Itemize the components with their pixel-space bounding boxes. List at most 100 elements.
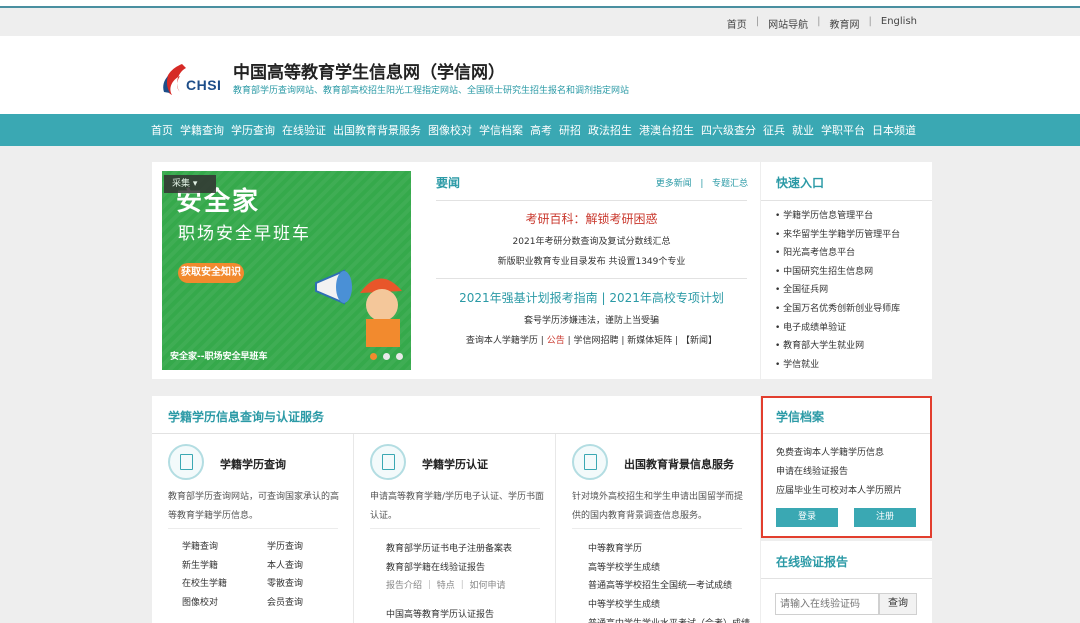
quick-entry-list: • 学籍学历信息管理平台 • 来华留学生学籍学历管理平台 • 阳光高考信息平台 • 中… — [775, 207, 900, 374]
nav-item[interactable]: 在线验证 — [282, 122, 326, 138]
nav-item[interactable]: 港澳台招生 — [639, 122, 694, 138]
nav-item[interactable]: 高考 — [530, 122, 552, 138]
service-item[interactable]: 报告介绍 ｜ 特点 ｜ 如何申请 — [386, 577, 512, 596]
bullet: • — [775, 341, 784, 352]
quick-entry-label: 学信就业 — [783, 359, 820, 370]
news-item[interactable]: 套号学历涉嫌违法，谨防上当受骗 — [436, 313, 747, 326]
service-item[interactable]: 中等教育学历 — [588, 540, 750, 559]
quick-entry-label: 阳光高考信息平台 — [783, 248, 856, 259]
service-link[interactable]: 图像校对 — [182, 594, 267, 613]
cartoon-worker-icon — [360, 278, 402, 347]
service-link[interactable]: 新生学籍 — [182, 557, 267, 576]
banner-cta-button[interactable]: 获取安全知识 — [178, 263, 244, 283]
news-heading: 要闻 — [436, 176, 461, 190]
register-button[interactable]: 注册 — [854, 508, 916, 527]
news-item[interactable]: 新版职业教育专业目录发布 共设置1349个专业 — [436, 254, 747, 267]
service-list: 教育部学历证书电子注册备案表 教育部学籍在线验证报告 报告介绍 ｜ 特点 ｜ 如何申… — [386, 540, 512, 623]
quick-entry-item[interactable]: • 全国征兵网 — [775, 281, 900, 300]
quick-entry-label: 教育部大学生就业网 — [783, 341, 865, 352]
quick-entry-item[interactable]: • 学信就业 — [775, 356, 900, 375]
promo-banner[interactable]: 安全家 职场安全早班车 获取安全知识 采集 ▾ 安全家--职场安全早班车 — [162, 171, 411, 370]
service-link[interactable]: 本人查询 — [267, 557, 347, 576]
service-item[interactable]: 高等学校学生成绩 — [588, 559, 750, 578]
archive-item[interactable]: 申请在线验证报告 — [776, 463, 902, 482]
service-link[interactable]: 学历查询 — [267, 538, 347, 557]
util-link-sitemap[interactable]: 网站导航 — [759, 16, 817, 31]
service-link[interactable]: 在校生学籍 — [182, 575, 267, 594]
query-self-link[interactable]: 查询本人学籍学历 — [466, 336, 538, 346]
nav-item[interactable]: 学信档案 — [479, 122, 523, 138]
more-news-link[interactable]: 更多新闻 — [656, 179, 692, 189]
nav-item[interactable]: 学籍查询 — [180, 122, 224, 138]
site-title: 中国高等教育学生信息网（学信网） — [233, 63, 505, 83]
main-nav: 首页 学籍查询 学历查询 在线验证 出国教育背景服务 图像校对 学信档案 高考 研招 政法招生 港澳… — [0, 114, 1080, 146]
service-item[interactable]: 教育部学历证书电子注册备案表 — [386, 540, 512, 559]
quick-entry-item[interactable]: • 阳光高考信息平台 — [775, 244, 900, 263]
nav-item[interactable]: 出国教育背景服务 — [333, 122, 421, 138]
nav-item[interactable]: 研招 — [559, 122, 581, 138]
carousel-dot[interactable] — [396, 353, 403, 360]
media-link[interactable]: 新媒体矩阵 — [627, 336, 672, 346]
topics-link[interactable]: 专题汇总 — [712, 179, 748, 189]
nav-item[interactable]: 学职平台 — [821, 122, 865, 138]
service-link[interactable]: 学籍查询 — [182, 538, 267, 557]
service-link[interactable]: 零散查询 — [267, 575, 347, 594]
news-headline[interactable]: 2021年强基计划报考指南 | 2021年高校专项计划 — [436, 289, 747, 306]
service-link[interactable]: 会员查询 — [267, 594, 347, 613]
nav-item[interactable]: 征兵 — [763, 122, 785, 138]
service-col-abroad: 出国教育背景信息服务 针对境外高校招生和学生申请出国留学而提供的国内教育背景调查… — [556, 434, 760, 623]
bullet: • — [775, 248, 784, 259]
quick-entry-item[interactable]: • 全国万名优秀创新创业导师库 — [775, 300, 900, 319]
service-item[interactable]: 普通高等学校招生全国统一考试成绩 — [588, 577, 750, 596]
service-title[interactable]: 学籍学历查询 — [220, 456, 286, 472]
quick-entry-item[interactable]: • 学籍学历信息管理平台 — [775, 207, 900, 226]
util-link-home[interactable]: 首页 — [718, 16, 756, 31]
login-button[interactable]: 登录 — [776, 508, 838, 527]
service-title[interactable]: 学籍学历认证 — [422, 456, 488, 472]
service-item[interactable]: 教育部学籍在线验证报告 — [386, 559, 512, 578]
services-heading: 学籍学历信息查询与认证服务 — [168, 410, 325, 424]
divider — [761, 578, 932, 579]
service-item[interactable]: 中国高等教育学历认证报告 — [386, 606, 512, 623]
recruit-link[interactable]: 学信网招聘 — [573, 336, 618, 346]
quick-entry-item[interactable]: • 中国研究生招生信息网 — [775, 263, 900, 282]
service-item[interactable]: 中等学校学生成绩 — [588, 596, 750, 615]
nav-item[interactable]: 学历查询 — [231, 122, 275, 138]
service-desc: 针对境外高校招生和学生申请出国留学而提供的国内教育背景调查信息服务。 — [572, 492, 744, 521]
nav-item[interactable]: 图像校对 — [428, 122, 472, 138]
announcement-link[interactable]: 公告 — [547, 336, 565, 346]
collect-label: 采集 — [172, 179, 191, 189]
util-link-edu[interactable]: 教育网 — [821, 16, 869, 31]
quick-entry-item[interactable]: • 来华留学生学籍学历管理平台 — [775, 226, 900, 245]
verify-code-input[interactable] — [775, 593, 879, 615]
separator: | — [694, 179, 710, 189]
quick-entry-item[interactable]: • 电子成绩单验证 — [775, 319, 900, 338]
nav-item[interactable]: 首页 — [151, 122, 173, 138]
quick-entry-item[interactable]: • 教育部大学生就业网 — [775, 337, 900, 356]
news-link-row: 查询本人学籍学历 | 公告 | 学信网招聘 | 新媒体矩阵 | 【新闻】 — [465, 336, 718, 346]
utility-nav: 首页 | 网站导航 | 教育网 | English — [718, 16, 926, 31]
divider — [763, 433, 930, 434]
carousel-dot[interactable] — [370, 353, 377, 360]
collect-dropdown[interactable]: 采集 ▾ — [164, 175, 216, 193]
service-title[interactable]: 出国教育背景信息服务 — [624, 456, 734, 472]
archive-panel: 学信档案 免费查询本人学籍学历信息 申请在线验证报告 应届毕业生可校对本人学历照片 … — [761, 396, 932, 538]
service-item[interactable]: 普通高中学生学业水平考试（会考）成绩 — [588, 615, 750, 623]
verify-query-button[interactable]: 查询 — [879, 593, 917, 615]
bullet: • — [775, 266, 784, 277]
nav-item[interactable]: 就业 — [792, 122, 814, 138]
bullet: • — [775, 303, 784, 314]
carousel-dot[interactable] — [383, 353, 390, 360]
site-logo[interactable]: CHSI — [160, 62, 224, 96]
archive-item[interactable]: 应届毕业生可校对本人学历照片 — [776, 482, 902, 501]
nav-item[interactable]: 政法招生 — [588, 122, 632, 138]
nav-item[interactable]: 日本频道 — [872, 122, 916, 138]
util-link-english[interactable]: English — [872, 16, 926, 31]
archive-list: 免费查询本人学籍学历信息 申请在线验证报告 应届毕业生可校对本人学历照片 — [776, 444, 902, 501]
news-item[interactable]: 2021年考研分数查询及复试分数线汇总 — [436, 234, 747, 247]
nav-item[interactable]: 四六级查分 — [701, 122, 756, 138]
news-headline[interactable]: 考研百科：解锁考研困惑 — [436, 210, 747, 227]
quick-entry-panel: 快速入口 • 学籍学历信息管理平台 • 来华留学生学籍学历管理平台 • 阳光高考信息… — [761, 162, 932, 379]
archive-item[interactable]: 免费查询本人学籍学历信息 — [776, 444, 902, 463]
news-link[interactable]: 【新闻】 — [681, 336, 717, 346]
